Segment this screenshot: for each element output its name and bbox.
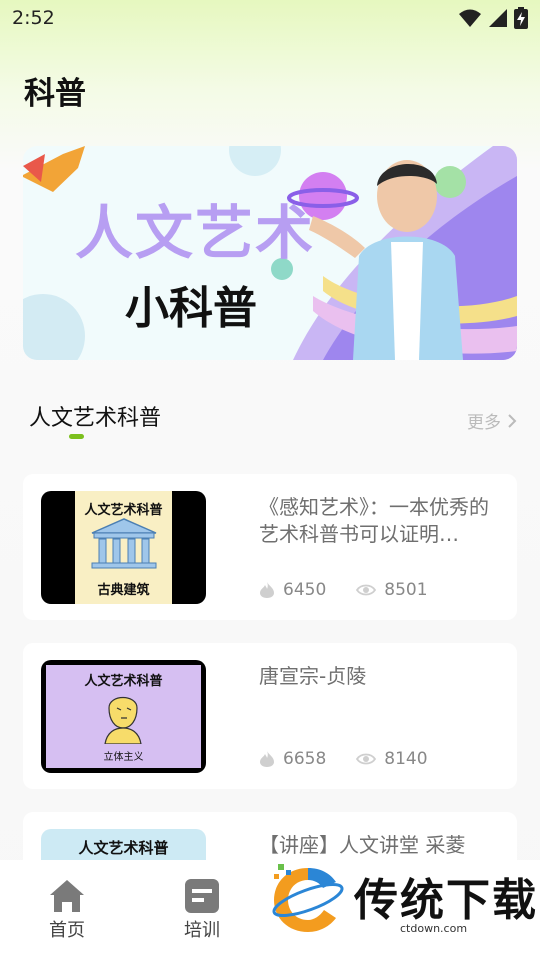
views-count: 8501 — [384, 580, 428, 600]
article-card[interactable]: 人文艺术科普 古典建筑 《感知艺术》：一本优秀的艺术科普书可以证明… 6450 … — [23, 474, 517, 620]
article-stats: 6450 8501 — [259, 580, 428, 600]
thumbnail-header: 人文艺术科普 — [84, 503, 163, 518]
watermark-text: 传统下载 — [354, 875, 538, 926]
banner-title: 人文艺术 — [75, 199, 316, 267]
more-label: 更多 — [467, 413, 501, 433]
flame-icon — [260, 751, 274, 767]
battery-charging-icon — [514, 7, 528, 29]
page-title: 科普 — [24, 76, 86, 112]
article-title: 【讲座】人文讲堂 采菱 — [259, 833, 466, 857]
eye-icon — [356, 584, 377, 596]
nav-home-label: 首页 — [49, 920, 85, 941]
home-icon — [50, 880, 84, 912]
watermark-logo — [272, 864, 344, 932]
training-icon — [185, 879, 219, 913]
wifi-icon — [459, 9, 481, 27]
status-time: 2:52 — [12, 7, 55, 29]
watermark: 传统下载 ctdown.com — [268, 860, 540, 938]
article-thumbnail: 人文艺术科普 古典建筑 — [41, 491, 206, 604]
views-count: 8140 — [384, 749, 428, 769]
thumbnail-caption: 立体主义 — [103, 752, 144, 763]
banner[interactable]: 人文艺术 小科普 — [23, 146, 517, 360]
flame-icon — [260, 582, 274, 598]
article-title: 《感知艺术》：一本优秀的艺术科普书可以证明… — [259, 495, 489, 546]
eye-icon — [356, 753, 377, 765]
hot-stat: 6658 — [259, 749, 326, 769]
portrait-icon — [104, 696, 142, 744]
hot-stat: 6450 — [259, 580, 326, 600]
section-underline — [69, 434, 84, 439]
article-thumbnail: 人文艺术科普 立体主义 — [41, 660, 206, 773]
views-stat: 8140 — [356, 749, 428, 769]
nav-home[interactable]: 首页 — [27, 878, 107, 942]
hot-count: 6658 — [283, 749, 327, 769]
article-stats: 6658 8140 — [259, 749, 428, 769]
nav-training-label: 培训 — [184, 920, 220, 941]
section-title: 人文艺术科普 — [29, 406, 162, 431]
building-icon — [91, 518, 157, 569]
article-card[interactable]: 人文艺术科普 立体主义 唐宣宗-贞陵 6658 8140 — [23, 643, 517, 789]
more-link[interactable]: 更多 — [467, 408, 517, 433]
section-header: 人文艺术科普 更多 — [29, 398, 517, 444]
nav-training[interactable]: 培训 — [162, 878, 242, 942]
hot-count: 6450 — [283, 580, 327, 600]
status-icons — [458, 7, 528, 29]
thumbnail-caption: 古典建筑 — [97, 583, 150, 598]
watermark-url: ctdown.com — [400, 922, 468, 935]
thumbnail-header: 人文艺术科普 — [84, 674, 163, 689]
chevron-right-icon — [508, 413, 517, 428]
signal-icon — [489, 9, 507, 27]
banner-subtitle: 小科普 — [125, 283, 257, 334]
thumbnail-header: 人文艺术科普 — [78, 839, 169, 857]
status-bar: 2:52 — [0, 0, 540, 36]
article-title: 唐宣宗-贞陵 — [259, 664, 367, 688]
views-stat: 8501 — [356, 580, 428, 600]
